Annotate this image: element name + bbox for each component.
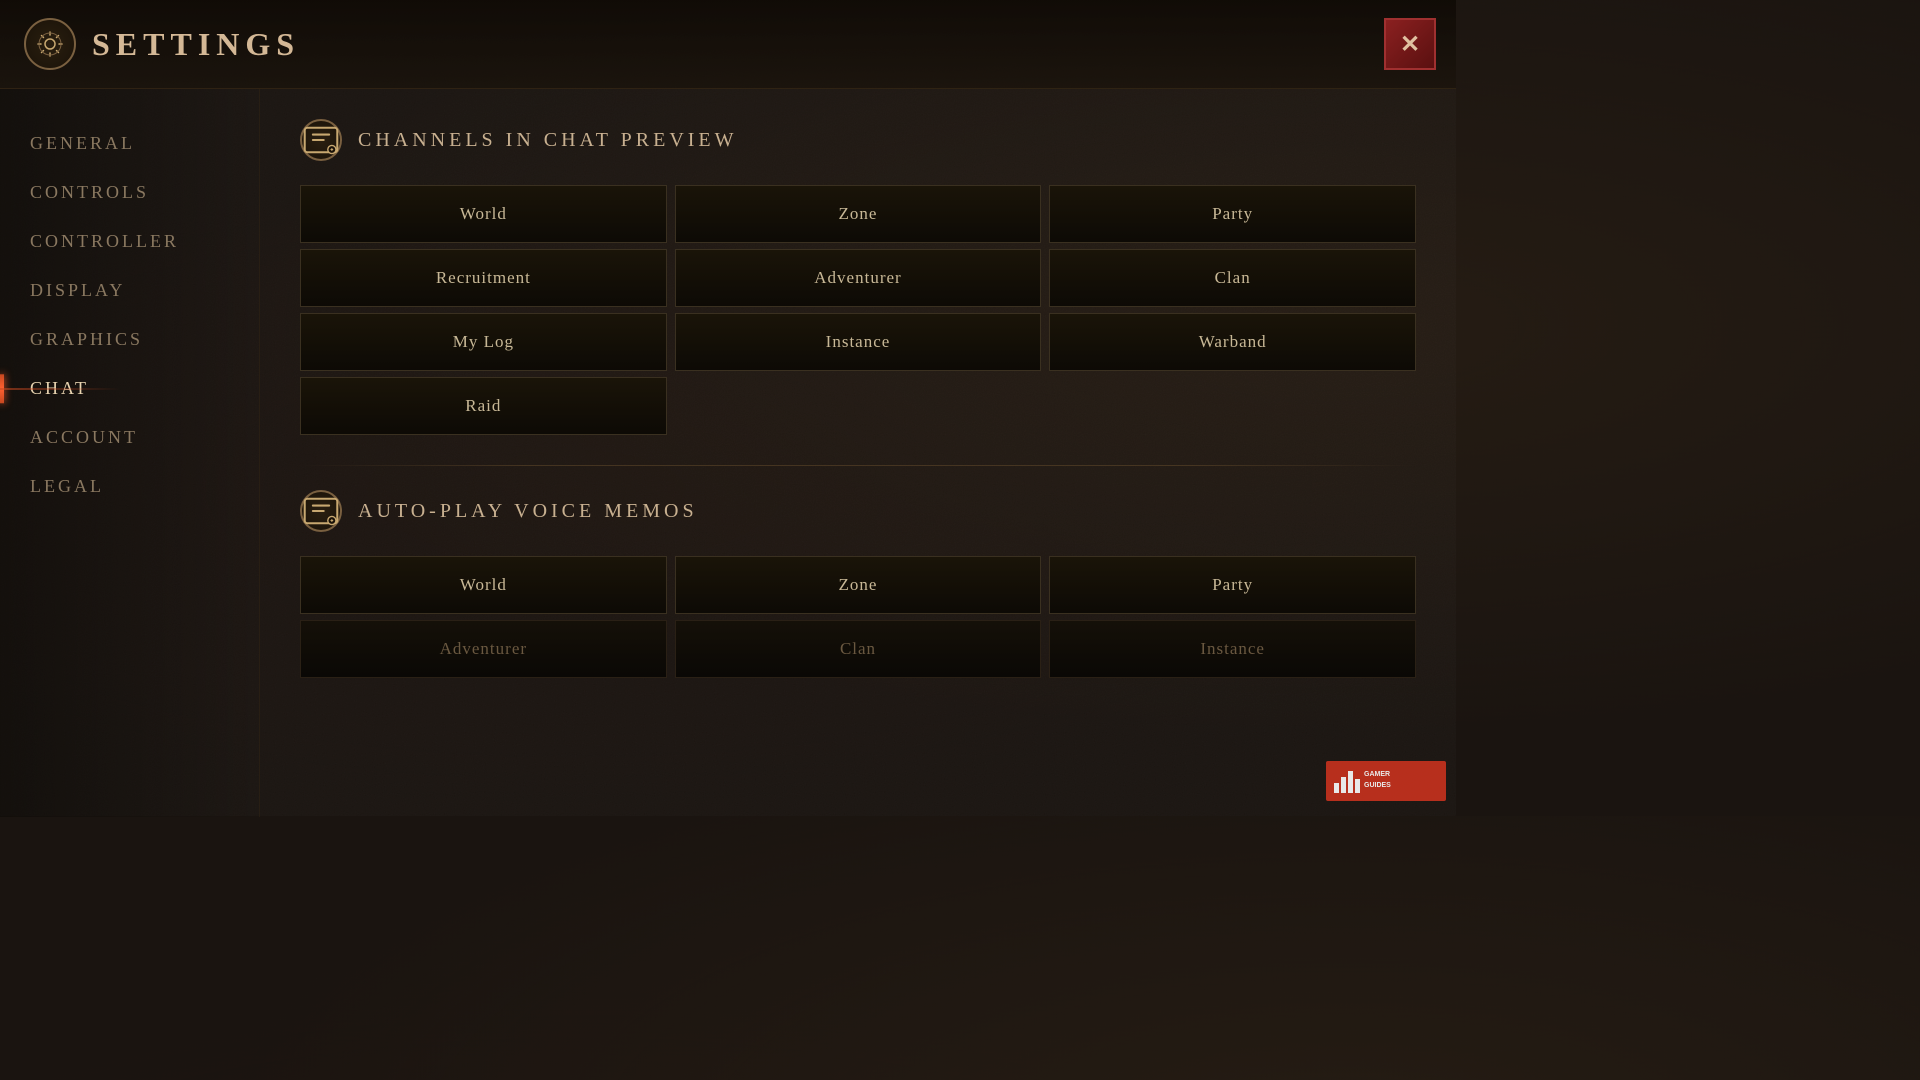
sidebar-item-display[interactable]: DISPLAY <box>0 266 259 315</box>
auto-play-button-adventurer[interactable]: Adventurer <box>300 620 667 678</box>
auto-play-button-zone[interactable]: Zone <box>675 556 1042 614</box>
channel-button-adventurer[interactable]: Adventurer <box>675 249 1042 307</box>
auto-play-row-1: World Zone Party <box>300 556 1416 614</box>
channel-button-world[interactable]: World <box>300 185 667 243</box>
auto-play-header: AUTO-PLAY VOICE MEMOS <box>300 490 1416 532</box>
sidebar-item-legal[interactable]: LEGAL <box>0 462 259 511</box>
channels-preview-header: CHANNELS IN CHAT PREVIEW <box>300 119 1416 161</box>
channels-row-4: Raid <box>300 377 1416 435</box>
main-layout: GENERAL CONTROLS CONTROLLER DISPLAY GRAP… <box>0 89 1456 817</box>
channel-button-instance[interactable]: Instance <box>675 313 1042 371</box>
header-title: SETTINGS <box>92 26 300 63</box>
channel-button-zone[interactable]: Zone <box>675 185 1042 243</box>
close-button[interactable]: ✕ <box>1384 18 1436 70</box>
channel-button-warband[interactable]: Warband <box>1049 313 1416 371</box>
sidebar-item-graphics[interactable]: GRAPHICS <box>0 315 259 364</box>
auto-play-icon <box>300 490 342 532</box>
channel-button-recruitment[interactable]: Recruitment <box>300 249 667 307</box>
sidebar-item-controller[interactable]: CONTROLLER <box>0 217 259 266</box>
section-divider <box>300 465 1416 466</box>
auto-play-title: AUTO-PLAY VOICE MEMOS <box>358 500 698 523</box>
watermark: GAMER GUIDES <box>1326 761 1446 806</box>
channel-button-party[interactable]: Party <box>1049 185 1416 243</box>
auto-play-button-party[interactable]: Party <box>1049 556 1416 614</box>
sidebar-item-account[interactable]: ACCOUNT <box>0 413 259 462</box>
auto-play-button-world[interactable]: World <box>300 556 667 614</box>
channels-row-3: My Log Instance Warband <box>300 313 1416 371</box>
svg-text:GUIDES: GUIDES <box>1364 782 1391 789</box>
sidebar-item-controls[interactable]: CONTROLS <box>0 168 259 217</box>
channel-button-mylog[interactable]: My Log <box>300 313 667 371</box>
settings-icon <box>24 18 76 70</box>
content-area: CHANNELS IN CHAT PREVIEW World Zone Part… <box>260 89 1456 817</box>
channel-button-clan[interactable]: Clan <box>1049 249 1416 307</box>
sidebar-item-general[interactable]: GENERAL <box>0 119 259 168</box>
sidebar-item-chat[interactable]: CHAT <box>0 364 259 413</box>
channel-button-raid[interactable]: Raid <box>300 377 667 435</box>
channels-row-2: Recruitment Adventurer Clan <box>300 249 1416 307</box>
auto-play-button-clan[interactable]: Clan <box>675 620 1042 678</box>
channels-row-1: World Zone Party <box>300 185 1416 243</box>
sidebar: GENERAL CONTROLS CONTROLLER DISPLAY GRAP… <box>0 89 260 817</box>
channels-preview-icon <box>300 119 342 161</box>
auto-play-row-2: Adventurer Clan Instance <box>300 620 1416 678</box>
auto-play-button-instance[interactable]: Instance <box>1049 620 1416 678</box>
settings-header: SETTINGS ✕ <box>0 0 1456 89</box>
channels-preview-title: CHANNELS IN CHAT PREVIEW <box>358 129 738 152</box>
svg-text:GAMER: GAMER <box>1364 771 1390 778</box>
